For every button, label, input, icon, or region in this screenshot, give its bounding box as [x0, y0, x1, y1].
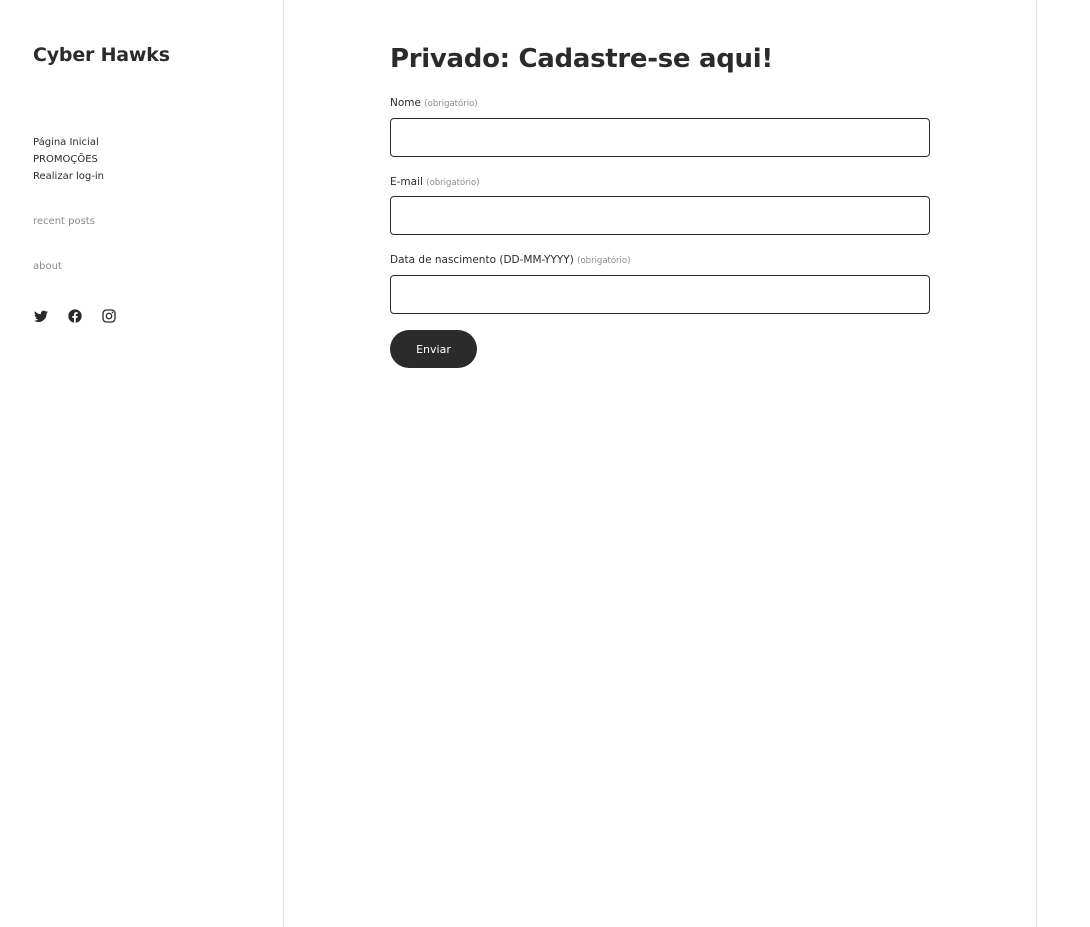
page-title: Privado: Cadastre-se aqui!: [390, 44, 773, 74]
main-nav: Página Inicial PROMOÇÕES Realizar log-in: [33, 134, 104, 185]
about-link[interactable]: about: [33, 261, 62, 272]
birthdate-label-text: Data de nascimento (DD-MM-YYYY): [390, 254, 574, 266]
email-label: E-mail (obrigatório): [390, 176, 480, 188]
email-input[interactable]: [390, 196, 930, 235]
email-label-text: E-mail: [390, 176, 423, 188]
submit-button[interactable]: Enviar: [390, 330, 477, 368]
birthdate-required-note: (obrigatório): [577, 256, 631, 266]
nav-item-login[interactable]: Realizar log-in: [33, 168, 104, 185]
facebook-icon[interactable]: [67, 308, 83, 324]
name-label: Nome (obrigatório): [390, 97, 478, 109]
social-links: [33, 308, 117, 324]
instagram-icon[interactable]: [101, 308, 117, 324]
name-input[interactable]: [390, 118, 930, 157]
sidebar: Cyber Hawks Página Inicial PROMOÇÕES Rea…: [0, 0, 284, 927]
birthdate-label: Data de nascimento (DD-MM-YYYY) (obrigat…: [390, 254, 630, 266]
nav-item-home[interactable]: Página Inicial: [33, 134, 104, 151]
twitter-icon[interactable]: [33, 308, 49, 324]
site-title[interactable]: Cyber Hawks: [33, 44, 170, 66]
name-required-note: (obrigatório): [424, 99, 478, 109]
recent-posts-link[interactable]: recent posts: [33, 216, 95, 227]
content-divider: [1036, 0, 1037, 927]
birthdate-input[interactable]: [390, 275, 930, 314]
name-label-text: Nome: [390, 97, 421, 109]
email-required-note: (obrigatório): [426, 178, 480, 188]
nav-item-promocoes[interactable]: PROMOÇÕES: [33, 151, 104, 168]
